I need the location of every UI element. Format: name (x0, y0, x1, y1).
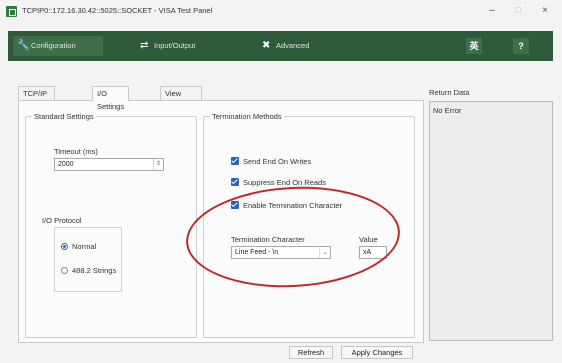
strings-radio[interactable] (61, 267, 68, 274)
main-toolbar: 🔧 Configuration ⇄ Input/Output ✖ Advance… (8, 31, 553, 61)
return-data-label: Return Data (429, 88, 470, 97)
maximize-button[interactable]: □ (508, 3, 528, 19)
io-protocol-group: Normal 488.2 Strings (54, 227, 122, 292)
value-text: xA (363, 249, 372, 256)
arrows-icon: ⇄ (140, 40, 149, 51)
configuration-button[interactable]: 🔧 Configuration (13, 36, 103, 56)
timeout-field[interactable]: 2000 ⇕ (54, 158, 164, 171)
spinner-icon[interactable]: ⇕ (153, 159, 163, 170)
normal-label: Normal (72, 242, 97, 251)
send-end-checkbox[interactable] (231, 157, 239, 165)
send-end-label: Send End On Writes (243, 157, 312, 166)
language-button[interactable]: 英 (466, 38, 482, 54)
suppress-end-label: Suppress End On Reads (243, 178, 326, 187)
termination-methods-group: Termination Methods Send End On Writes S… (203, 112, 415, 338)
timeout-label: Timeout (ms) (54, 147, 98, 156)
configuration-label: Configuration (31, 41, 76, 50)
timeout-value: 2000 (58, 161, 74, 168)
strings-label: 488.2 Strings (72, 266, 117, 275)
value-field[interactable]: xA (359, 246, 387, 259)
io-protocol-label: I/O Protocol (42, 216, 82, 225)
input-output-button[interactable]: ⇄ Input/Output (136, 36, 216, 56)
standard-settings-title: Standard Settings (32, 112, 96, 121)
advanced-label: Advanced (276, 41, 310, 50)
enable-term-label: Enable Termination Character (243, 201, 343, 210)
refresh-button[interactable]: Refresh (289, 346, 333, 359)
normal-radio[interactable] (61, 243, 68, 250)
apply-changes-button[interactable]: Apply Changes (341, 346, 413, 359)
value-label: Value (359, 235, 378, 244)
io-settings-panel: Standard Settings Timeout (ms) 2000 ⇕ I/… (18, 100, 424, 343)
tab-io-settings[interactable]: I/O Settings (92, 86, 130, 111)
tab-tcpip-settings[interactable]: TCP/IP Settings (18, 86, 56, 111)
return-data-box[interactable]: No Error (429, 101, 553, 341)
window-title: TCPIP0::172.16.30.42::5025::SOCKET - VIS… (22, 6, 213, 15)
return-data-text: No Error (433, 106, 462, 115)
title-bar: TCPIP0::172.16.30.42::5025::SOCKET - VIS… (0, 0, 562, 22)
enable-term-checkbox[interactable] (231, 201, 239, 209)
term-char-select[interactable]: Line Feed - \n ⌄ (231, 246, 331, 259)
term-char-label: Termination Character (231, 235, 305, 244)
input-output-label: Input/Output (154, 41, 196, 50)
tab-view-attributes[interactable]: View Attributes (160, 86, 202, 111)
app-icon (6, 6, 17, 17)
help-button[interactable]: ? (513, 38, 529, 54)
chevron-down-icon: ⌄ (319, 247, 330, 258)
termination-methods-title: Termination Methods (210, 112, 284, 121)
term-char-value: Line Feed - \n (235, 249, 279, 256)
minimize-button[interactable]: – (482, 3, 502, 19)
wrench-icon: 🔧 (17, 40, 30, 51)
close-button[interactable]: × (535, 3, 555, 19)
advanced-button[interactable]: ✖ Advanced (258, 36, 338, 56)
tools-icon: ✖ (262, 40, 271, 51)
suppress-end-checkbox[interactable] (231, 178, 239, 186)
standard-settings-group: Standard Settings Timeout (ms) 2000 ⇕ I/… (25, 112, 197, 338)
